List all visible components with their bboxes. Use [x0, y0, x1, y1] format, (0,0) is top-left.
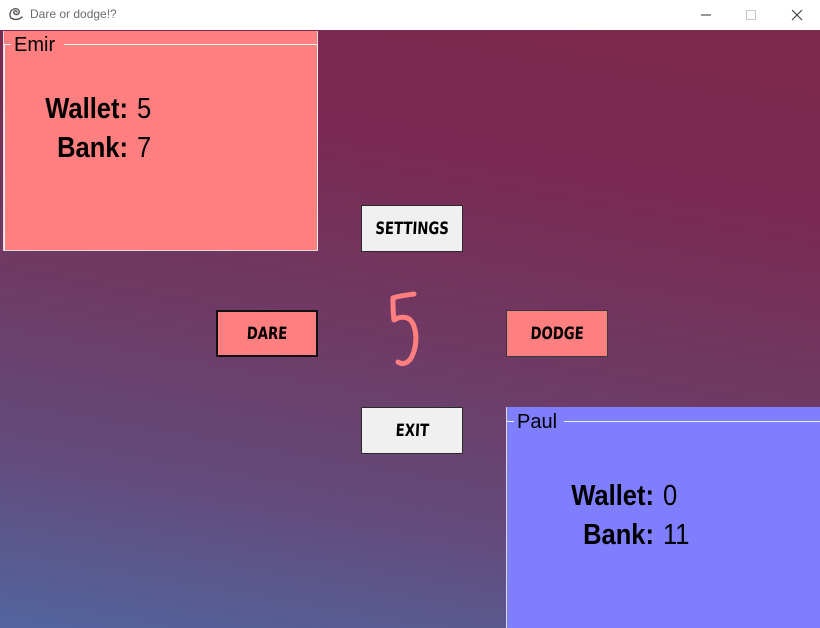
bank-row: Bank: 11: [540, 519, 693, 552]
settings-button[interactable]: SETTINGS: [361, 205, 463, 252]
wallet-value: 0: [663, 480, 678, 512]
game-canvas: Emir Wallet: 5 Bank: 7 Paul Wallet: 0 Ba…: [0, 30, 820, 628]
wallet-value: 5: [137, 93, 152, 125]
wallet-row: Wallet: 0: [540, 480, 679, 513]
dare-button[interactable]: DARE: [216, 310, 318, 357]
exit-button-label: EXIT: [394, 420, 430, 441]
exit-button[interactable]: EXIT: [361, 407, 463, 454]
countdown-counter: 5: [380, 282, 430, 382]
title-bar[interactable]: Dare or dodge!?: [0, 0, 820, 30]
counter-glyph: 5: [390, 291, 419, 367]
counter-value: 5: [405, 341, 406, 343]
minimize-icon: [701, 14, 711, 16]
close-button[interactable]: [774, 0, 820, 30]
wallet-label: Wallet:: [571, 480, 654, 512]
app-logo-icon: [8, 6, 24, 22]
group-border-left-segment: [507, 421, 514, 422]
player-name: Paul: [517, 411, 558, 433]
bank-row: Bank: 7: [14, 132, 153, 165]
bank-value: 11: [663, 519, 690, 551]
minimize-button[interactable]: [683, 0, 729, 30]
dare-button-label: DARE: [246, 323, 288, 344]
bank-label: Bank:: [583, 519, 654, 551]
wallet-row: Wallet: 5: [14, 93, 153, 126]
player-name: Emir: [14, 34, 56, 56]
bank-value: 7: [137, 132, 152, 164]
player-panel-emir: Emir Wallet: 5 Bank: 7: [3, 31, 318, 251]
maximize-button[interactable]: [728, 0, 774, 30]
dodge-button[interactable]: DODGE: [506, 310, 608, 357]
group-border-left-segment: [4, 44, 11, 45]
maximize-icon: [746, 10, 756, 20]
player-panel-paul: Paul Wallet: 0 Bank: 11: [506, 407, 820, 628]
settings-button-label: SETTINGS: [374, 218, 450, 239]
window-title: Dare or dodge!?: [30, 7, 117, 21]
group-border-top: [564, 421, 820, 422]
group-border-left: [4, 44, 5, 250]
group-border-top: [64, 44, 318, 45]
dodge-button-label: DODGE: [529, 323, 585, 344]
close-icon: [791, 9, 803, 21]
wallet-label: Wallet:: [45, 93, 129, 125]
bank-label: Bank:: [57, 132, 128, 164]
group-border-right: [317, 44, 318, 250]
